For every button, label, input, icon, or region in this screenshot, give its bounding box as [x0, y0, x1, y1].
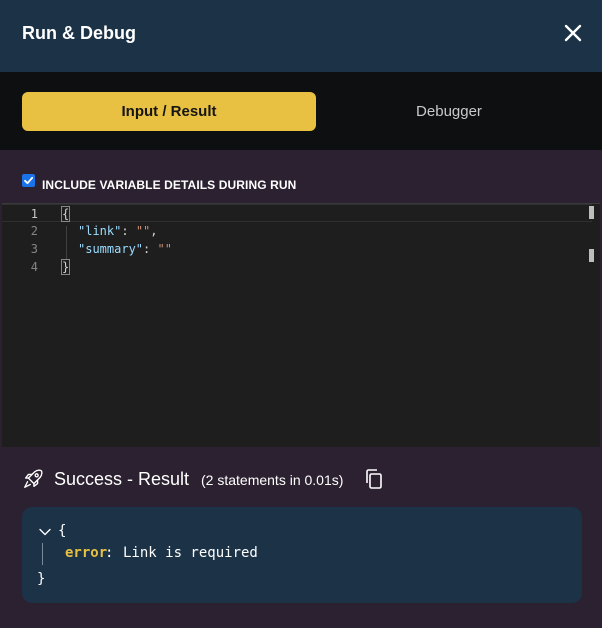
- result-output: { error : Link is required }: [22, 507, 582, 603]
- line-number: 4: [30, 260, 38, 274]
- json-input-editor[interactable]: 1 { 2 "link": "", 3 "summary": "" 4 }: [2, 203, 600, 447]
- result-title: Success - Result: [54, 469, 190, 489]
- result-stats: (2 statements in 0.01s): [201, 472, 344, 488]
- include-variables-checkbox[interactable]: [22, 174, 35, 187]
- line-number: 3: [30, 242, 38, 256]
- scrollbar-marker[interactable]: [589, 249, 594, 262]
- include-variables-label: INCLUDE VARIABLE DETAILS DURING RUN: [42, 178, 297, 192]
- result-close-brace: }: [37, 571, 46, 587]
- editor-line: 2 "link": "",: [2, 222, 592, 240]
- result-key: error: [65, 545, 108, 561]
- line-code: }: [60, 259, 71, 275]
- result-colon: :: [105, 545, 114, 561]
- editor-line: 4 }: [2, 258, 592, 276]
- rocket-icon: [22, 468, 44, 490]
- result-value: Link is required: [123, 545, 258, 561]
- tab-input-result[interactable]: Input / Result: [22, 92, 316, 131]
- result-section: Success - Result (2 statements in 0.01s)…: [0, 447, 602, 628]
- line-number: 2: [30, 224, 38, 238]
- editor-line: 3 "summary": "": [2, 240, 592, 258]
- line-number: 1: [30, 207, 38, 221]
- close-icon[interactable]: [560, 20, 586, 46]
- options-bar: INCLUDE VARIABLE DETAILS DURING RUN: [0, 150, 602, 203]
- panel-title: Run & Debug: [22, 23, 136, 43]
- result-open-brace: {: [58, 523, 67, 539]
- tab-debugger[interactable]: Debugger: [316, 92, 582, 131]
- header: Run & Debug: [0, 0, 602, 72]
- run-debug-panel: Run & Debug Input / Result Debugger INCL…: [0, 0, 602, 628]
- line-code: "link": "",: [78, 224, 158, 238]
- copy-icon[interactable]: [364, 468, 384, 490]
- line-code: {: [60, 206, 71, 222]
- line-code: "summary": "": [78, 242, 172, 256]
- editor-line: 1 {: [2, 204, 592, 222]
- tab-bar: Input / Result Debugger: [0, 72, 602, 150]
- chevron-down-icon[interactable]: [38, 525, 52, 539]
- result-indent-guide: [42, 543, 43, 565]
- scrollbar-marker[interactable]: [589, 206, 594, 219]
